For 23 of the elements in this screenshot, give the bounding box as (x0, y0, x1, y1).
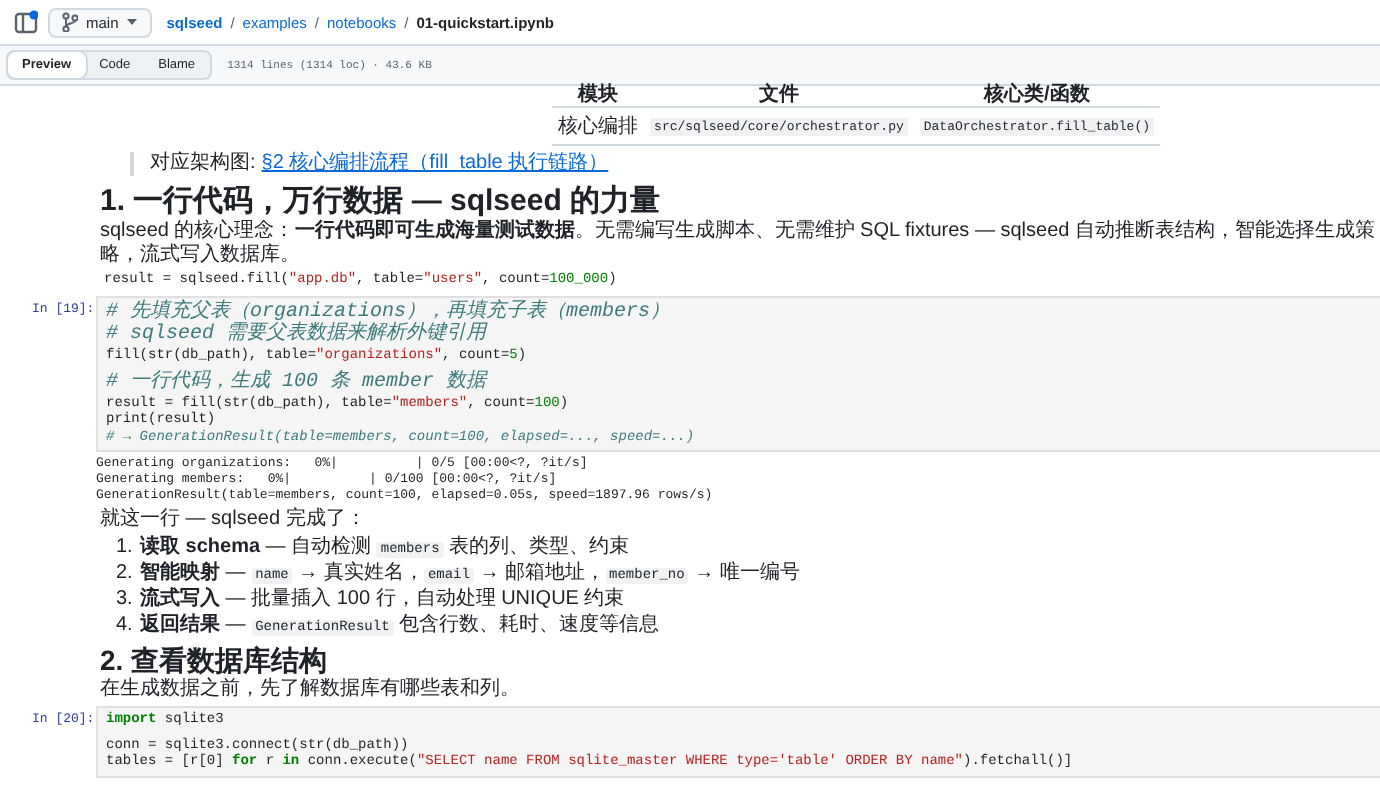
table-header-cell: 核心类/函数 (913, 86, 1160, 107)
table-header-cell: 模块 (552, 86, 645, 107)
code-line: # 先填充父表（organizations），再填充子表（members） (106, 301, 673, 323)
code-line: # sqlseed 需要父表数据来解析外键引用 (106, 324, 490, 347)
list-number: 1. (116, 536, 132, 560)
quote-label: 对应架构图: (150, 152, 256, 174)
section-heading: 2. 查看数据库结构 (100, 644, 330, 676)
table-header-cell: 文件 (644, 86, 914, 107)
sidebar-toggle-button[interactable] (12, 8, 40, 36)
branch-icon (62, 12, 78, 32)
table-cell: 核心编排 (558, 116, 639, 138)
paragraph: 就这一行 — sqlseed 完成了： (100, 508, 368, 532)
paragraph: sqlseed 的核心理念：一行代码即可生成海量测试数据。无需编写生成脚本、无需维护 SQL fixtures — sqlseed 自动推断表结构，智能选择生成策略，流式写入数据库。 (100, 220, 1377, 268)
caret-icon (126, 18, 139, 26)
list-number: 2. (116, 562, 132, 586)
sidebar-icon (14, 10, 38, 34)
list-item-text: 流式写入 — 批量插入 100 行，自动处理 UNIQUE 约束 (140, 588, 625, 612)
list-number: 4. (116, 614, 132, 638)
paragraph: 在生成数据之前，先了解数据库有哪些表和列。 (100, 678, 522, 702)
architecture-link[interactable]: §2 核心编排流程（fill_table 执行链路） (261, 152, 609, 174)
list-number: 3. (116, 588, 132, 612)
section-heading: 1. 一行代码，万行数据 — sqlseed 的力量 (100, 184, 663, 218)
code-line: # 一行代码，生成 100 条 member 数据 (106, 372, 490, 395)
